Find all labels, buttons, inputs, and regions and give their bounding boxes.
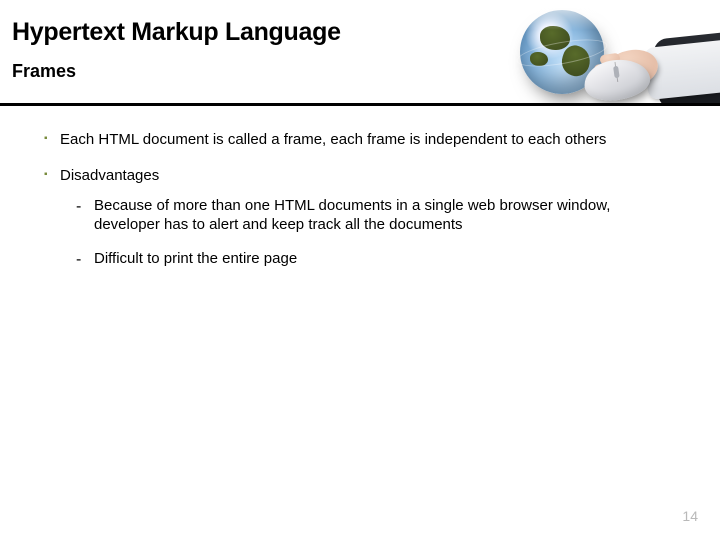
slide-body: Each HTML document is called a frame, ea… (0, 106, 720, 269)
bullet-item: Each HTML document is called a frame, ea… (44, 130, 676, 150)
bullet-text: Each HTML document is called a frame, ea… (60, 131, 606, 148)
sub-bullet-text: Because of more than one HTML documents … (94, 197, 610, 234)
page-number: 14 (682, 508, 698, 524)
sub-bullet-text: Difficult to print the entire page (94, 250, 297, 267)
sub-bullet-item: Because of more than one HTML documents … (76, 196, 676, 236)
header-illustration (460, 0, 720, 103)
header-divider (0, 103, 720, 106)
bullet-item: Disadvantages Because of more than one H… (44, 166, 676, 269)
slide-header: Hypertext Markup Language Frames (0, 0, 720, 106)
sub-bullet-item: Difficult to print the entire page (76, 249, 676, 269)
bullet-text: Disadvantages (60, 167, 159, 184)
